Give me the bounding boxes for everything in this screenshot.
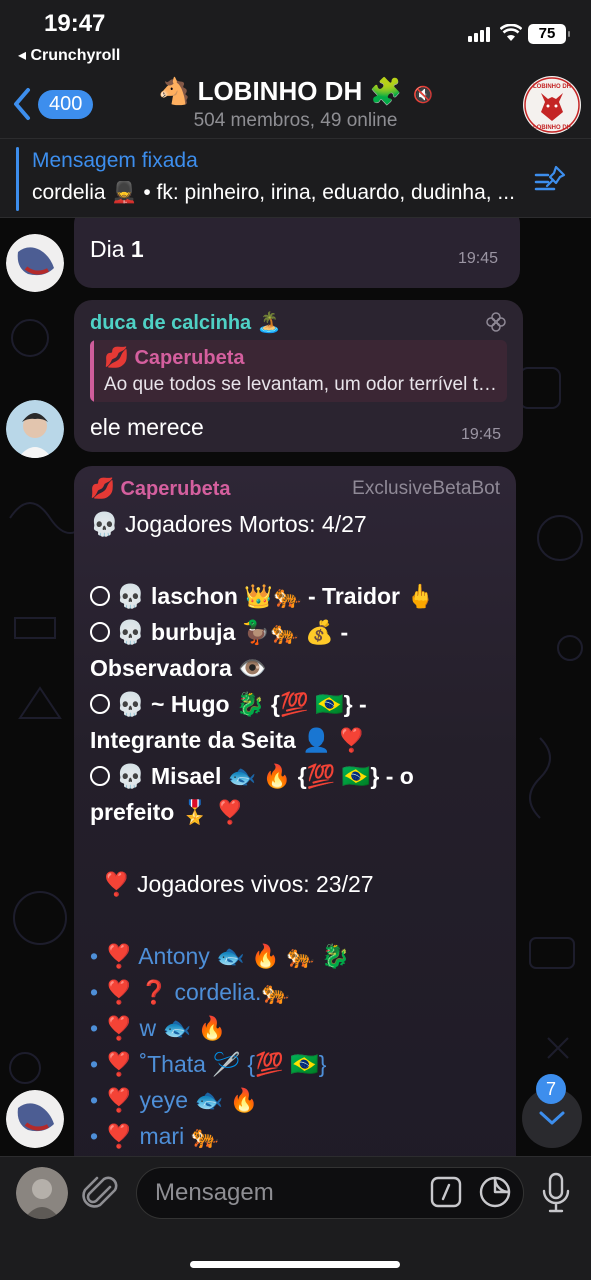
chat-title-text: 🐴 LOBINHO DH 🧩 (157, 76, 402, 106)
sender-avatar[interactable] (6, 400, 64, 458)
wifi-icon (500, 24, 522, 41)
pinned-message[interactable]: Mensagem fixada cordelia 💂 • fk: pinheir… (0, 138, 591, 218)
microphone-icon[interactable] (540, 1171, 572, 1215)
alive-header: ❣️ Jogadores vivos: 23/27 (102, 871, 374, 897)
mute-icon: 🔇 (413, 87, 433, 104)
chat-header: 400 🐴 LOBINHO DH 🧩 🔇 504 membros, 49 onl… (0, 68, 591, 138)
dead-player-role: Integrante da Seita 👤 ❣️ (90, 727, 366, 753)
bot-commands-icon[interactable] (430, 1176, 462, 1208)
dead-player: 💀 laschon 👑🐅 - Traidor 🖕 (90, 578, 500, 614)
avatar-image (6, 400, 64, 458)
message-input[interactable] (136, 1167, 524, 1219)
pinned-text: cordelia 💂 • fk: pinheiro, irina, eduard… (32, 181, 515, 204)
pinned-indicator (16, 147, 19, 211)
avatar-image (16, 1167, 68, 1219)
reply-sender: 💋 Caperubeta (104, 347, 245, 369)
alive-player-link[interactable]: • ❣️ Antony 🐟 🔥 🐅 🐉 (90, 938, 500, 974)
status-circle-icon (90, 766, 110, 786)
alive-player-link[interactable]: • ❣️ ❓ cordelia.🐅 (90, 974, 500, 1010)
game-status-text: 💀 Jogadores Mortos: 4/27 💀 laschon 👑🐅 - … (90, 506, 500, 1154)
back-button[interactable]: 400 (8, 84, 94, 124)
status-time: 19:47 (44, 10, 106, 37)
alive-player-link[interactable]: • ❣️ yeye 🐟 🔥 (90, 1082, 500, 1118)
chevron-left-icon (14, 88, 30, 120)
dead-player-role: Observadora 👁️ (90, 655, 267, 681)
message-sender[interactable]: 💋 Caperubeta (90, 476, 231, 501)
message-list[interactable]: Dia 1 19:45 duca de calcinha 🏝️ 💋 Caperu… (0, 218, 591, 1156)
alive-player-link[interactable]: • ❣️ w 🐟 🔥 (90, 1010, 500, 1046)
status-circle-icon (90, 622, 110, 642)
group-avatar[interactable]: LOBINHO DH LOBINHO DH (523, 76, 581, 134)
chat-subtitle: 504 membros, 49 online (193, 110, 398, 131)
reply-indicator (90, 340, 94, 402)
alive-player-link[interactable]: • ❣️ mari 🐅 (90, 1118, 500, 1154)
chat-title: 🐴 LOBINHO DH 🧩 🔇 (120, 76, 471, 107)
reply-quote[interactable]: 💋 Caperubeta Ao que todos se levantam, u… (90, 340, 507, 402)
avatar-image (6, 1090, 64, 1148)
dead-player-text: 💀 ~ Hugo 🐉 {💯 🇧🇷} - (116, 691, 367, 717)
back-to-app-link[interactable]: ◂ Crunchyroll (18, 45, 120, 65)
message-time: 19:45 (458, 250, 499, 267)
dead-player-text: 💀 Misael 🐟 🔥 {💯 🇧🇷} - o (116, 763, 414, 789)
battery-icon: 75 (528, 24, 570, 44)
dead-player-text: 💀 burbuja 🦆🐅 💰 - (116, 619, 349, 645)
dead-player: 💀 Misael 🐟 🔥 {💯 🇧🇷} - o (90, 758, 500, 794)
sticker-icon[interactable] (478, 1175, 512, 1209)
message-time: 19:45 (461, 426, 502, 443)
chevron-down-icon (539, 1111, 565, 1125)
dead-player: 💀 ~ Hugo 🐉 {💯 🇧🇷} - (90, 686, 500, 722)
wolf-logo-icon: LOBINHO DH LOBINHO DH (524, 77, 580, 133)
dead-header: 💀 Jogadores Mortos: 4/27 (90, 511, 367, 537)
unread-count-badge: 400 (38, 89, 94, 119)
status-bar: 19:47 ◂ Crunchyroll 75 (0, 0, 591, 68)
message-text: Dia 1 (90, 236, 144, 263)
home-indicator (190, 1261, 400, 1268)
avatar-image (6, 234, 64, 292)
message-bubble[interactable]: Dia 1 19:45 (74, 218, 520, 288)
status-circle-icon (90, 586, 110, 606)
pinned-list-icon[interactable] (532, 163, 568, 197)
avatar-text-top: LOBINHO DH (533, 84, 571, 90)
message-text: ele merece (90, 414, 204, 440)
reply-text: Ao que todos se levantam, um odor terrív… (104, 374, 499, 395)
flower-icon (486, 312, 506, 332)
send-as-avatar[interactable] (16, 1167, 68, 1219)
sender-avatar[interactable] (6, 234, 64, 292)
message-text-bold: 1 (130, 236, 144, 262)
message-text-prefix: Dia (90, 236, 131, 262)
avatar-text-bottom: LOBINHO DH (533, 125, 571, 131)
status-circle-icon (90, 694, 110, 714)
alive-player-link[interactable]: • ❣️ ˚Thata 🪡 {💯 🇧🇷} (90, 1046, 500, 1082)
pinned-title: Mensagem fixada (32, 149, 198, 172)
signal-icon (468, 26, 492, 42)
composer (0, 1156, 591, 1280)
dead-player: 💀 burbuja 🦆🐅 💰 - (90, 614, 500, 650)
message-sender[interactable]: duca de calcinha 🏝️ (90, 310, 282, 335)
sender-name: duca de calcinha 🏝️ (90, 312, 282, 334)
dead-player-role: prefeito 🎖️ ❣️ (90, 799, 245, 825)
dead-player-text: 💀 laschon 👑🐅 - Traidor 🖕 (116, 583, 436, 609)
message-bubble[interactable]: duca de calcinha 🏝️ 💋 Caperubeta Ao que … (74, 300, 523, 452)
sender-avatar[interactable] (6, 1090, 64, 1148)
unread-mentions-badge: 7 (536, 1074, 566, 1104)
message-bubble[interactable]: 💋 Caperubeta ExclusiveBetaBot 💀 Jogadore… (74, 466, 516, 1156)
chat-title-area[interactable]: 🐴 LOBINHO DH 🧩 🔇 504 membros, 49 online (120, 76, 471, 132)
paperclip-icon[interactable] (82, 1173, 120, 1213)
via-bot-label[interactable]: ExclusiveBetaBot (352, 478, 500, 500)
